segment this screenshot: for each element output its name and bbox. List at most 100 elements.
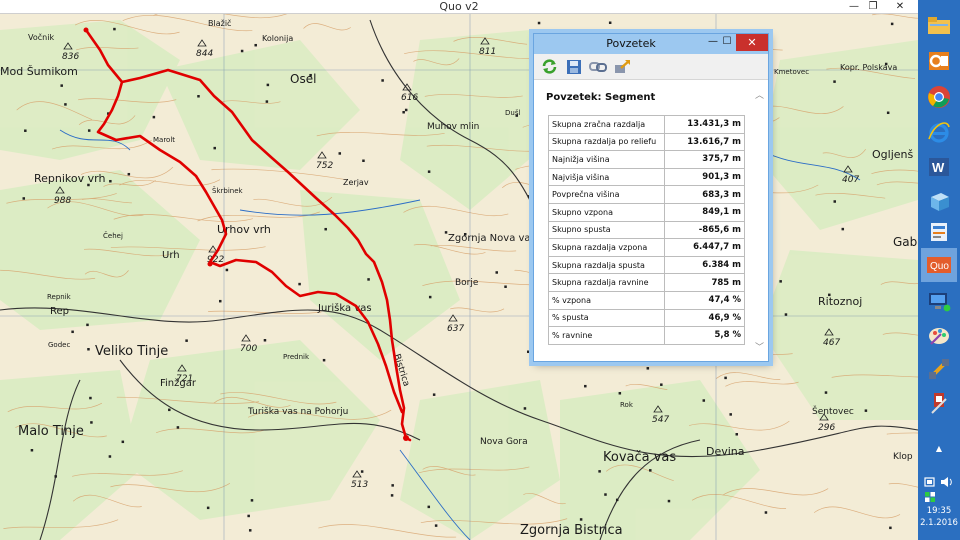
summary-row-value: 13.616,7 m [664, 132, 745, 152]
map-place-label: Ogljenš [872, 148, 913, 161]
map-place-label: Muhov mlin [427, 122, 479, 132]
map-place-label: Kolonija [262, 34, 293, 43]
refresh-icon[interactable] [540, 57, 559, 76]
map-place-label: Zerjav [343, 178, 369, 187]
outlook-icon[interactable] [921, 44, 957, 78]
elevation-label: 988 [54, 196, 71, 206]
summary-row-label: Skupna razdalja vzpona [548, 238, 665, 257]
link-icon[interactable] [588, 57, 607, 76]
summary-row-label: Skupna razdalja spusta [548, 255, 665, 275]
summary-row-label: Skupno spusta [548, 220, 665, 240]
summary-row-value: 6.447,7 m [664, 238, 745, 257]
elevation-label: 752 [316, 161, 333, 171]
summary-row: % ravnine 5,8 % [548, 326, 745, 345]
summary-row-label: Povprečna višina [548, 185, 665, 204]
map-place-label: Gab [893, 235, 917, 249]
summary-minimize-button[interactable]: — [706, 35, 720, 49]
map-place-label: Blažič [208, 18, 231, 28]
summary-row-label: Najvišja višina [548, 167, 665, 187]
map-place-label: Čehej [103, 231, 123, 240]
map-place-label: Dušl [505, 109, 520, 117]
elevation-label: 836 [62, 52, 79, 62]
summary-body: Povzetek: Segment Skupna zračna razdalja… [534, 80, 768, 361]
map-place-label: Škrbinek [212, 186, 244, 195]
topographic-map[interactable]: Vočnik Blažič Kolonija Osel Muhov mlin Zerjav… [0, 14, 918, 540]
taskbar: W Quo ▲ 19:35 2.1.2016 [918, 0, 960, 540]
quo-app-window: Quo v2 — ❐ ✕ Vočnik Blažič Kolonija Osel… [0, 0, 918, 540]
scroll-up-icon[interactable]: ︿ [755, 88, 764, 101]
summary-row-label: Najnižja višina [548, 150, 665, 169]
summary-heading: Povzetek: Segment [546, 92, 656, 103]
elevation-label: 547 [652, 415, 669, 425]
summary-window: Povzetek — ☐ ✕ Povzetek: Segment Skupna … [533, 33, 769, 362]
summary-row-value: 13.431,3 m [664, 115, 745, 134]
show-hidden-icons-button[interactable]: ▲ [918, 444, 960, 453]
summary-row: Skupna razdalja ravnine 785 m [548, 273, 745, 292]
clock[interactable]: 19:35 2.1.2016 [918, 505, 960, 529]
chrome-icon[interactable] [921, 80, 957, 114]
sword-icon[interactable] [921, 386, 957, 420]
scroll-down-icon[interactable]: ﹀ [755, 340, 764, 353]
summary-row-value: 901,3 m [664, 167, 745, 187]
map-place-label: Rep [50, 306, 69, 317]
network-icon[interactable] [921, 284, 957, 318]
word-icon[interactable]: W [921, 150, 957, 184]
paint-icon[interactable] [921, 318, 957, 352]
map-place-label: Urh [162, 250, 180, 261]
summary-row-label: Skupna razdalja ravnine [548, 273, 665, 292]
summary-row: Skupno spusta -865,6 m [548, 220, 745, 240]
elevation-label: 700 [240, 344, 257, 354]
close-button[interactable]: ✕ [889, 0, 911, 14]
box-icon[interactable] [921, 185, 957, 219]
elevation-label: 637 [447, 324, 464, 334]
map-place-label: Kovača vas [603, 450, 676, 465]
map-place-label: Repnikov vrh [34, 172, 105, 185]
summary-close-button[interactable]: ✕ [736, 34, 768, 51]
summary-row-value: 849,1 m [664, 202, 745, 222]
app-icon[interactable] [921, 215, 957, 249]
summary-scrollbar[interactable]: ︿ ﹀ [753, 80, 767, 361]
summary-row-value: 46,9 % [664, 308, 745, 328]
summary-row: % spusta 46,9 % [548, 308, 745, 328]
volume-icon[interactable] [940, 472, 954, 491]
summary-row: Skupno vzpona 849,1 m [548, 202, 745, 222]
summary-row-value: 5,8 % [664, 326, 745, 345]
map-place-label: Godec [48, 341, 70, 349]
summary-row: Povprečna višina 683,3 m [548, 185, 745, 204]
summary-row-value: 683,3 m [664, 185, 745, 204]
internet-explorer-icon[interactable] [921, 116, 957, 150]
summary-title-bar[interactable]: Povzetek — ☐ ✕ [534, 34, 768, 54]
summary-toolbar [534, 54, 768, 80]
map-place-label: Veliko Tinje [95, 344, 168, 359]
title-bar[interactable]: Quo v2 — ❐ ✕ [0, 0, 918, 14]
map-place-label: Vočnik [28, 32, 54, 42]
summary-row-value: 47,4 % [664, 290, 745, 310]
clock-time: 19:35 [926, 506, 952, 516]
summary-row-label: % spusta [548, 308, 665, 328]
quo-icon[interactable]: Quo [921, 248, 957, 282]
summary-row-label: % ravnine [548, 326, 665, 345]
svg-text:W: W [932, 160, 945, 175]
summary-row: % vzpona 47,4 % [548, 290, 745, 310]
map-place-label: Turiška vas na Pohorju [247, 406, 348, 417]
file-explorer-icon[interactable] [921, 8, 957, 42]
save-icon[interactable] [564, 57, 583, 76]
elevation-label: 616 [401, 93, 418, 103]
summary-row-label: Skupno vzpona [548, 202, 665, 222]
gps-icon[interactable] [921, 352, 957, 386]
summary-row: Skupna razdalja vzpona 6.447,7 m [548, 238, 745, 257]
summary-title: Povzetek [606, 37, 656, 50]
map-place-label: Nova Gora [480, 437, 528, 447]
summary-row-value: 6.384 m [664, 255, 745, 275]
map-place-label: Mod Šumikom [0, 65, 78, 78]
map-place-label: Prednik [283, 353, 310, 361]
map-place-label: Devina [706, 445, 745, 458]
map-place-label: Zgornja Bistrica [520, 523, 623, 538]
export-icon[interactable] [612, 57, 631, 76]
maximize-button[interactable]: ❐ [862, 0, 884, 14]
summary-row-value: 785 m [664, 273, 745, 292]
map-place-label: Rok [620, 401, 634, 409]
summary-table: Skupna zračna razdalja 13.431,3 m Skupna r… [548, 115, 745, 345]
svg-text:Quo: Quo [930, 261, 949, 272]
summary-maximize-button[interactable]: ☐ [720, 35, 734, 49]
